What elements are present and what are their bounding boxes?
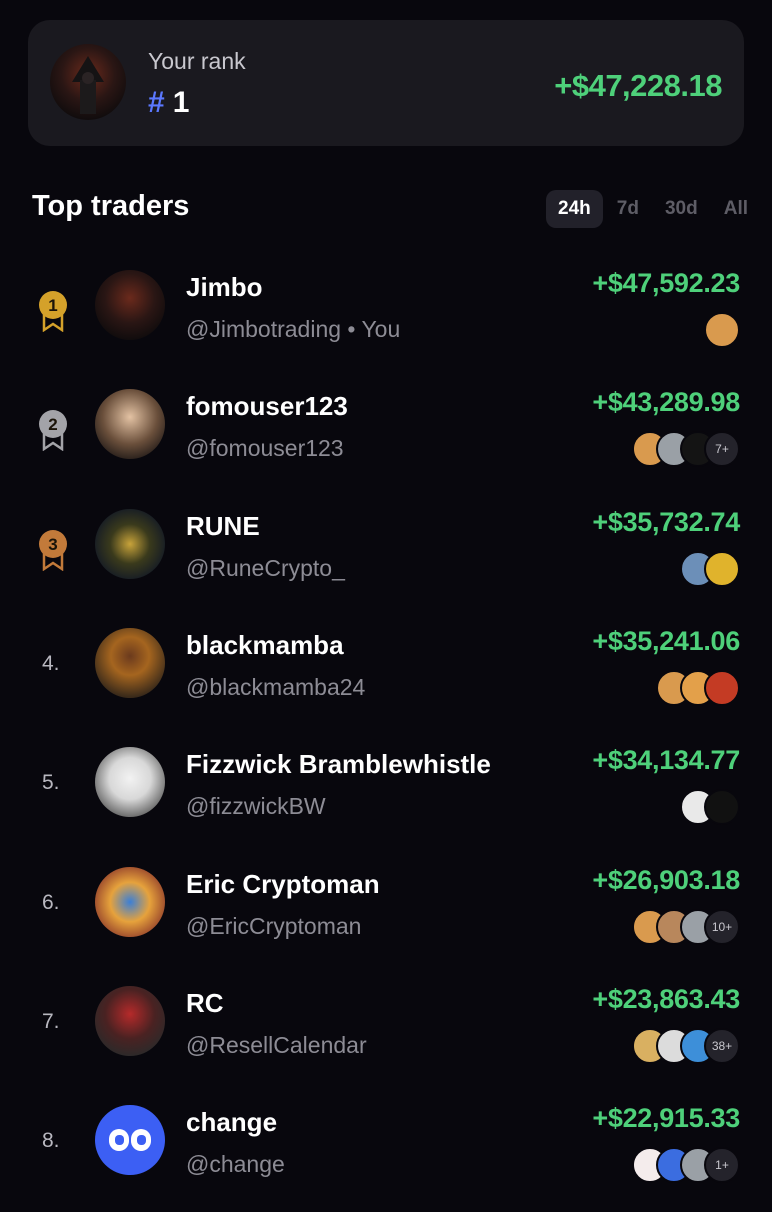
trader-handle: @EricCryptoman [186, 912, 362, 939]
your-rank-number: #1 [148, 86, 189, 120]
trader-row[interactable]: 2 fomouser123 @fomouser123 +$43,289.98 7+ [0, 377, 772, 496]
token-stack[interactable]: 10+ [632, 908, 740, 945]
trader-row[interactable]: 7. RC @ResellCalendar +$23,863.43 38+ [0, 974, 772, 1093]
trader-name: Jimbo [186, 272, 263, 302]
medal-rank: 3 [48, 535, 57, 554]
trader-name: blackmamba [186, 629, 344, 660]
trader-profit: +$43,289.98 [592, 387, 740, 418]
trader-profit: +$23,863.43 [592, 983, 740, 1014]
tab-all[interactable]: All [712, 190, 760, 228]
change-logo-icon [109, 1129, 151, 1152]
rank-number: 6. [42, 890, 60, 914]
tab-30d[interactable]: 30d [653, 190, 710, 228]
red-token-icon [704, 669, 740, 706]
medal-rank: 2 [48, 415, 57, 434]
period-tabs: 24h 7d 30d All [544, 190, 760, 228]
token-stack[interactable]: 7+ [632, 431, 740, 468]
trader-row[interactable]: 3 RUNE @RuneCrypto_ +$35,732.74 [0, 497, 772, 616]
trader-handle: @blackmamba24 [186, 673, 366, 700]
your-rank-card[interactable]: Your rank #1 +$47,228.18 [28, 20, 744, 146]
avatar[interactable] [95, 389, 165, 460]
coin-token-icon [704, 550, 740, 587]
section-title: Top traders [32, 190, 190, 222]
trader-handle: @ResellCalendar [186, 1031, 367, 1058]
avatar[interactable] [95, 508, 165, 579]
medal-rank: 1 [48, 296, 57, 315]
hash-symbol: # [148, 86, 165, 119]
trader-row[interactable]: 5. Fizzwick Bramblewhistle @fizzwickBW +… [0, 735, 772, 854]
trader-handle: @fomouser123 [186, 435, 344, 462]
trader-row[interactable]: 6. Eric Cryptoman @EricCryptoman +$26,90… [0, 855, 772, 974]
more-tokens-badge: 38+ [704, 1027, 740, 1064]
avatar [50, 44, 126, 120]
trader-profit: +$47,592.23 [592, 268, 740, 298]
avatar[interactable] [95, 747, 165, 818]
avatar[interactable] [95, 627, 165, 698]
silver-medal-icon: 2 [36, 407, 70, 452]
avatar[interactable] [95, 985, 165, 1056]
trader-name: RUNE [186, 510, 260, 541]
trader-profit: +$26,903.18 [592, 864, 740, 895]
avatar[interactable] [95, 1105, 165, 1176]
trader-name: RC [186, 987, 224, 1018]
more-tokens-badge: 7+ [704, 431, 740, 468]
your-rank-label: Your rank [148, 48, 246, 74]
rank-number: 7. [42, 1009, 60, 1033]
more-tokens-badge: 10+ [704, 908, 740, 945]
more-tokens-badge: 1+ [704, 1147, 740, 1184]
trader-profit: +$22,915.33 [592, 1103, 740, 1134]
trader-profit: +$35,241.06 [592, 625, 740, 656]
trader-handle: @RuneCrypto_ [186, 554, 345, 581]
avatar[interactable] [95, 866, 165, 937]
rank-value: 1 [172, 86, 190, 119]
gold-medal-icon: 1 [36, 288, 70, 333]
tab-24h[interactable]: 24h [546, 190, 603, 228]
trader-profit: +$34,134.77 [592, 745, 740, 776]
rank-number: 4. [42, 651, 60, 675]
token-stack[interactable] [680, 550, 740, 587]
trader-name: Eric Cryptoman [186, 868, 380, 899]
trader-row[interactable]: 8. change @change +$22,915.33 1+ [0, 1093, 772, 1212]
token-stack[interactable]: 1+ [632, 1147, 740, 1184]
trader-profit: +$35,732.74 [592, 506, 740, 537]
bronze-medal-icon: 3 [36, 527, 70, 571]
token-stack[interactable] [704, 312, 740, 348]
trader-handle: @fizzwickBW [186, 793, 326, 820]
trader-row[interactable]: 4. blackmamba @blackmamba24 +$35,241.06 [0, 616, 772, 735]
tab-7d[interactable]: 7d [605, 190, 651, 228]
rank-number: 5. [42, 771, 60, 795]
trader-name: change [186, 1107, 278, 1138]
ring-token-icon [704, 789, 740, 826]
your-rank-profit: +$47,228.18 [554, 68, 722, 103]
trader-name: fomouser123 [186, 391, 348, 422]
token-stack[interactable] [680, 789, 740, 826]
dog-token-icon [704, 312, 740, 348]
trader-name: Fizzwick Bramblewhistle [186, 749, 491, 780]
rank-number: 8. [42, 1129, 60, 1153]
token-stack[interactable]: 38+ [632, 1027, 740, 1064]
avatar[interactable] [95, 270, 165, 340]
trader-row[interactable]: 1 Jimbo @Jimbotrading • You +$47,592.23 [0, 258, 772, 377]
trader-handle: @change [186, 1151, 285, 1178]
trader-handle: @Jimbotrading • You [186, 316, 401, 342]
token-stack[interactable] [656, 669, 740, 706]
